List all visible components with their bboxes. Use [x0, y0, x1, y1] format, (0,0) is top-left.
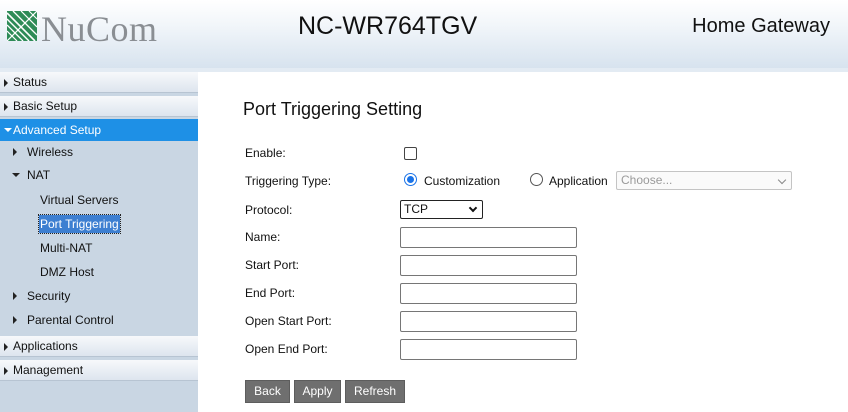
nav-multi-nat[interactable]: Multi-NAT	[39, 239, 93, 257]
customization-label: Customization	[424, 174, 501, 188]
application-select[interactable]: Choose...	[616, 171, 792, 190]
open-end-port-input[interactable]	[400, 339, 577, 360]
open-end-port-label: Open End Port:	[245, 342, 328, 356]
nav-label: Status	[13, 75, 48, 89]
end-port-label: End Port:	[245, 286, 296, 300]
nav-label: Wireless	[27, 145, 74, 159]
sidebar: Status Basic Setup Advanced Setup Wirele…	[0, 72, 198, 412]
chevron-down-icon	[777, 175, 787, 185]
nav-basic-setup[interactable]: Basic Setup	[0, 96, 198, 117]
nav-virtual-servers[interactable]: Virtual Servers	[39, 191, 119, 209]
nav-advanced-setup[interactable]: Advanced Setup	[0, 119, 198, 141]
nav-label: Security	[27, 289, 71, 303]
brand-logo-text: NuCom	[41, 9, 158, 49]
chevron-down-icon	[468, 203, 478, 213]
caret-right-icon	[4, 79, 8, 87]
nav-label: Applications	[13, 339, 78, 353]
back-button[interactable]: Back	[245, 380, 290, 403]
application-label: Application	[549, 174, 608, 188]
nav-label: Management	[13, 363, 84, 377]
model-name: NC-WR764TGV	[298, 12, 478, 40]
application-radio[interactable]	[530, 173, 543, 186]
product-name: Home Gateway	[692, 15, 830, 37]
name-label: Name:	[245, 230, 281, 244]
header-bar: NuCom NC-WR764TGV Home Gateway	[0, 0, 848, 70]
triggering-type-label: Triggering Type:	[245, 174, 332, 188]
nav-security[interactable]: Security	[0, 286, 198, 306]
caret-down-icon	[12, 173, 20, 177]
application-select-value: Choose...	[621, 173, 673, 187]
nav-nat[interactable]: NAT	[0, 165, 198, 185]
customization-radio[interactable]	[404, 173, 417, 186]
caret-right-icon	[4, 103, 8, 111]
end-port-input[interactable]	[400, 283, 577, 304]
caret-right-icon	[4, 343, 8, 351]
start-port-input[interactable]	[400, 255, 577, 276]
protocol-select[interactable]: TCP	[400, 200, 483, 219]
nav-applications[interactable]: Applications	[0, 336, 198, 357]
nav-port-triggering[interactable]: Port Triggering	[38, 214, 121, 234]
open-start-port-label: Open Start Port:	[245, 314, 332, 328]
page-title: Port Triggering Setting	[243, 99, 423, 119]
nav-management[interactable]: Management	[0, 360, 198, 381]
protocol-label: Protocol:	[245, 203, 293, 217]
nav-dmz-host[interactable]: DMZ Host	[39, 263, 95, 281]
nucom-logo-icon	[7, 11, 37, 41]
caret-right-icon	[4, 367, 8, 375]
nav-label: Basic Setup	[13, 99, 78, 113]
caret-right-icon	[13, 292, 17, 300]
nav-wireless[interactable]: Wireless	[0, 142, 198, 162]
protocol-select-value: TCP	[404, 202, 428, 216]
apply-button[interactable]: Apply	[294, 380, 341, 403]
nav-label: NAT	[27, 168, 51, 182]
caret-down-icon	[4, 128, 12, 132]
caret-right-icon	[13, 316, 17, 324]
refresh-button[interactable]: Refresh	[345, 380, 405, 403]
nav-status[interactable]: Status	[0, 72, 198, 93]
nav-label: Advanced Setup	[13, 123, 102, 137]
nav-label: Parental Control	[27, 313, 114, 327]
enable-checkbox[interactable]	[404, 147, 417, 160]
start-port-label: Start Port:	[245, 258, 300, 272]
name-input[interactable]	[400, 227, 577, 248]
caret-right-icon	[13, 148, 17, 156]
open-start-port-input[interactable]	[400, 311, 577, 332]
enable-label: Enable:	[245, 146, 286, 160]
nav-parental-control[interactable]: Parental Control	[0, 310, 198, 330]
